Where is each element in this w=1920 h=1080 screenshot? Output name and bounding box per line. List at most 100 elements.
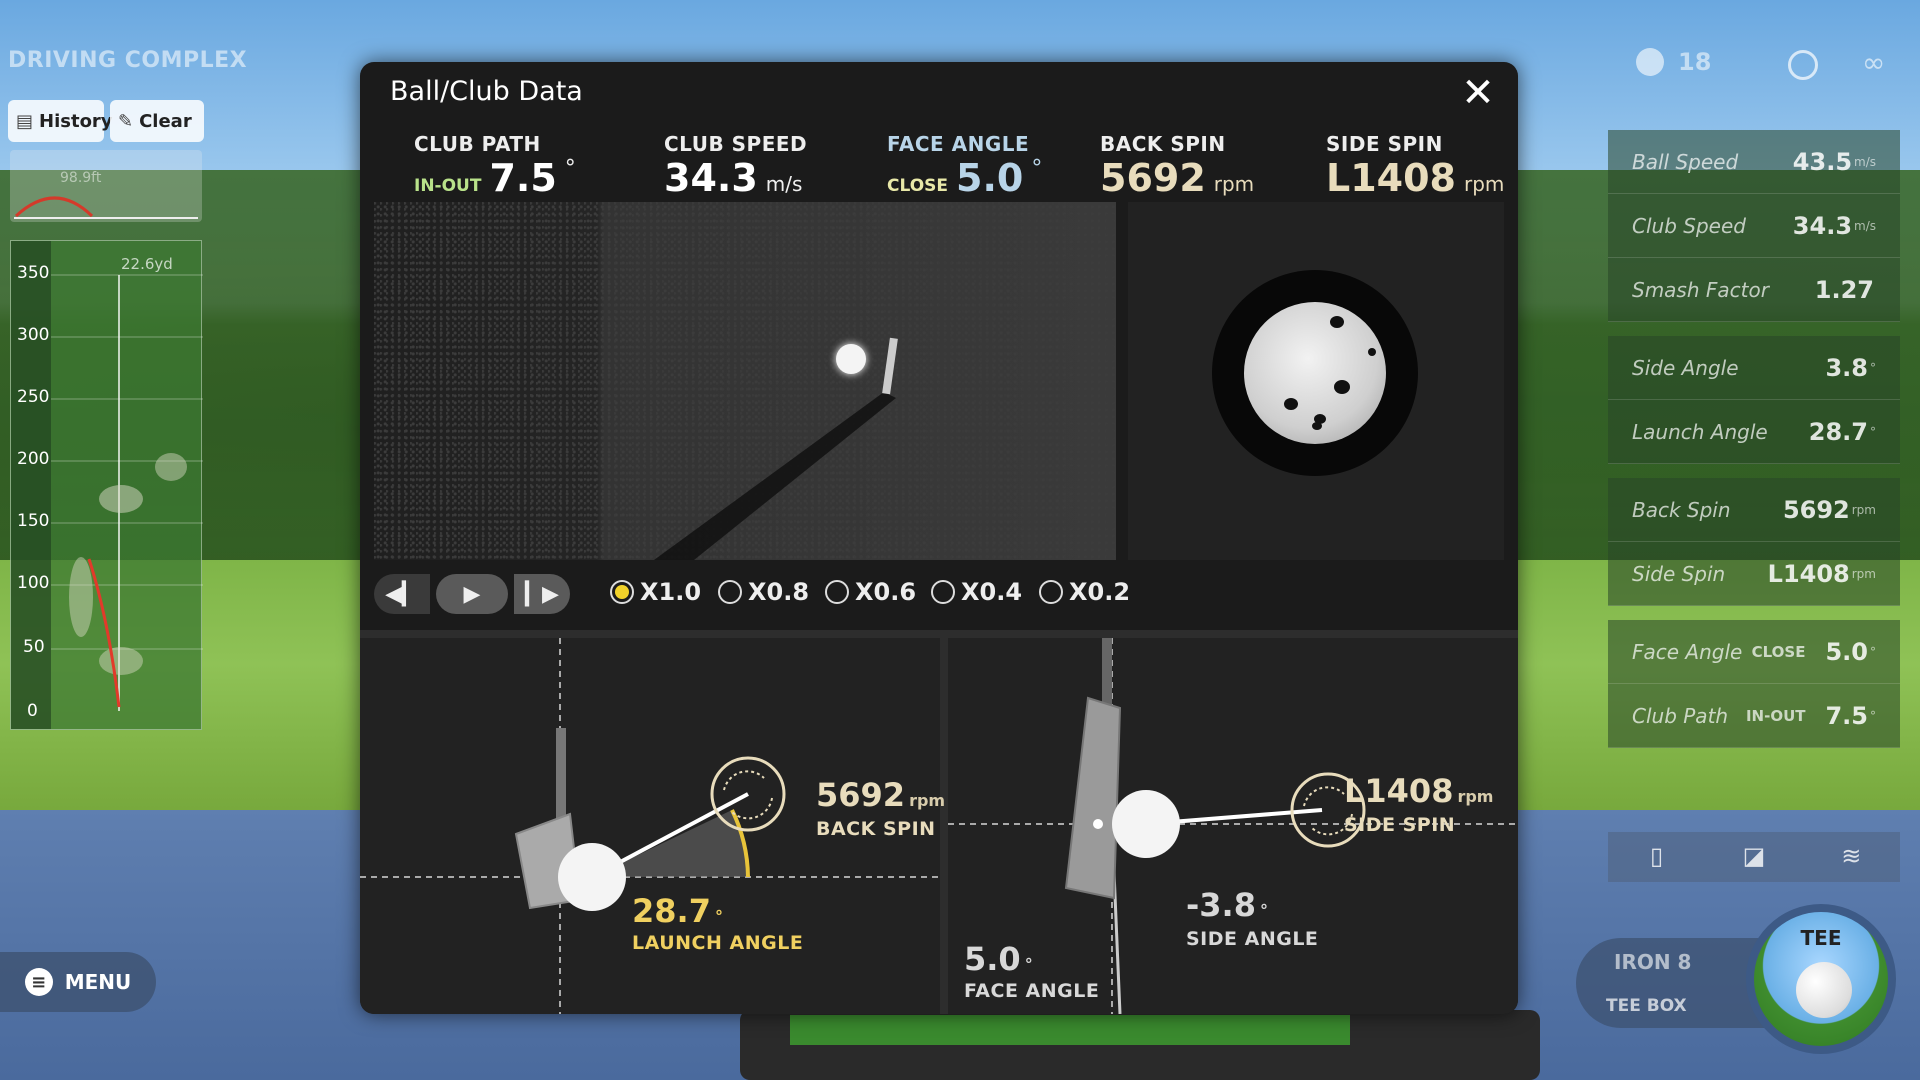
stat-face-angle: Face Angle CLOSE 5.0 °	[1608, 620, 1900, 684]
view-tools: ▯ ◪ ≋	[1608, 832, 1900, 882]
metric-value: L1408	[1326, 156, 1456, 200]
back-spin-number: 5692	[816, 776, 906, 814]
radio[interactable]	[1039, 580, 1063, 604]
face-angle-unit: °	[1024, 955, 1033, 974]
side-spin-number: L1408	[1344, 772, 1454, 810]
stat-side-angle: Side Angle 3.8 °	[1608, 336, 1900, 400]
face-angle-label: FACE ANGLE	[964, 980, 1100, 1002]
stat-smash-factor: Smash Factor 1.27	[1608, 258, 1900, 322]
metric-club-speed: CLUB SPEED 34.3 m/s	[664, 132, 807, 200]
launch-angle-label: LAUNCH ANGLE	[632, 932, 804, 954]
section-divider	[360, 630, 1518, 638]
back-spin-unit: rpm	[909, 791, 946, 810]
stat-label: Face Angle	[1632, 639, 1743, 664]
stat-value: 5692	[1782, 495, 1850, 524]
metric-unit: rpm	[1213, 172, 1255, 196]
stat-direction: CLOSE	[1751, 642, 1806, 661]
speed-label: X1.0	[640, 578, 702, 606]
stat-label: Launch Angle	[1632, 419, 1768, 444]
side-angle-number: -3.8	[1186, 886, 1256, 924]
stat-value: 5.0	[1825, 637, 1868, 666]
metric-name: CLUB SPEED	[664, 132, 808, 156]
stat-unit: °	[1870, 360, 1876, 375]
impact-video[interactable]	[374, 202, 1116, 560]
radio[interactable]	[718, 580, 742, 604]
stat-label: Club Path	[1632, 703, 1729, 728]
ball-count-value: 18	[1678, 48, 1712, 76]
metric-value: 5.0	[956, 156, 1024, 200]
side-angle-value: -3.8 °	[1186, 886, 1268, 924]
ball-icon	[1636, 48, 1664, 76]
close-icon[interactable]: ✕	[1460, 73, 1496, 113]
stat-unit: °	[1870, 708, 1876, 723]
metric-name: CLUB PATH	[414, 132, 541, 156]
side-diagram: L1408 rpm SIDE SPIN -3.8 ° SIDE ANGLE 5.0 °…	[948, 638, 1518, 1014]
tee-label: TEE	[1800, 926, 1842, 950]
metric-unit: m/s	[765, 172, 803, 196]
metric-direction: IN-OUT	[414, 176, 482, 196]
speed-label: X0.2	[1069, 578, 1131, 606]
radio-selected[interactable]	[610, 580, 634, 604]
golf-ball-icon	[1796, 962, 1852, 1018]
shot-stats-panel: Ball Speed 43.5 m/s Club Speed 34.3 m/s …	[1608, 130, 1900, 748]
metric-club-path: CLUB PATH IN-OUT 7.5 °	[414, 132, 576, 200]
stat-value: 34.3	[1792, 211, 1853, 240]
radio[interactable]	[825, 580, 849, 604]
metric-name: FACE ANGLE	[887, 132, 1030, 156]
side-spin-label: SIDE SPIN	[1344, 814, 1456, 836]
stat-label: Club Speed	[1632, 213, 1746, 238]
stat-back-spin: Back Spin 5692 rpm	[1608, 478, 1900, 542]
history-button[interactable]: ▤ History	[8, 100, 113, 142]
clear-button[interactable]: ✎ Clear	[110, 100, 204, 142]
metric-unit: °	[1031, 156, 1043, 181]
stat-value: 3.8	[1825, 353, 1868, 382]
speed-option-0-2[interactable]: X0.2	[1039, 578, 1130, 606]
wind-icon[interactable]: ≋	[1836, 842, 1866, 872]
launch-angle-unit: °	[714, 907, 723, 926]
previous-frame-button[interactable]: ◀▎	[374, 574, 430, 614]
next-frame-button[interactable]: ▎▶	[514, 574, 570, 614]
metric-value: 7.5	[489, 156, 557, 200]
yardage-map: 350 300 250 200 150 100 50 0 22.6yd	[10, 240, 203, 730]
speed-option-0-4[interactable]: X0.4	[931, 578, 1022, 606]
clear-label: Clear	[139, 110, 192, 132]
hitting-mat-turf	[790, 1015, 1350, 1045]
stat-label: Side Angle	[1632, 355, 1739, 380]
time-limit: ∞	[1862, 46, 1886, 79]
menu-button[interactable]: ≡ MENU	[0, 952, 156, 1012]
speed-option-1-0[interactable]: X1.0	[610, 578, 701, 606]
tee-button[interactable]: TEE	[1746, 904, 1896, 1054]
phone-icon[interactable]: ▯	[1642, 842, 1672, 872]
speed-option-0-6[interactable]: X0.6	[825, 578, 916, 606]
back-spin-label: BACK SPIN	[816, 818, 936, 840]
stat-value: L1408	[1767, 559, 1850, 588]
speed-label: X0.6	[855, 578, 917, 606]
stat-value: 28.7	[1808, 417, 1868, 446]
launch-diagram: 5692 rpm BACK SPIN 28.7 ° LAUNCH ANGLE	[360, 638, 945, 1014]
map-shot-trace	[51, 274, 203, 711]
stat-unit: rpm	[1851, 566, 1876, 581]
launch-angle-value: 28.7 °	[632, 892, 723, 930]
stat-unit: °	[1870, 424, 1876, 439]
clock-icon[interactable]	[1788, 50, 1818, 80]
metric-back-spin: BACK SPIN 5692 rpm	[1100, 132, 1254, 200]
spin-ring	[1212, 270, 1418, 476]
video-ball	[836, 344, 866, 374]
stat-value: 7.5	[1825, 701, 1868, 730]
radio[interactable]	[931, 580, 955, 604]
stat-side-spin: Side Spin L1408 rpm	[1608, 542, 1900, 606]
stat-value: 43.5	[1792, 147, 1853, 176]
face-angle-value: 5.0 °	[964, 940, 1033, 978]
menu-label: MENU	[64, 970, 132, 994]
back-spin-value: 5692 rpm	[816, 776, 945, 814]
trajectory-curve	[14, 196, 198, 219]
face-angle-number: 5.0	[964, 940, 1021, 978]
camera-icon[interactable]: ◪	[1739, 842, 1769, 872]
section-divider	[940, 638, 948, 1014]
speed-option-0-8[interactable]: X0.8	[718, 578, 809, 606]
stat-unit: °	[1870, 644, 1876, 659]
play-button[interactable]: ▶	[436, 574, 508, 614]
stat-ball-speed: Ball Speed 43.5 m/s	[1608, 130, 1900, 194]
stat-unit: m/s	[1854, 218, 1876, 233]
club-name: IRON 8	[1614, 950, 1692, 974]
